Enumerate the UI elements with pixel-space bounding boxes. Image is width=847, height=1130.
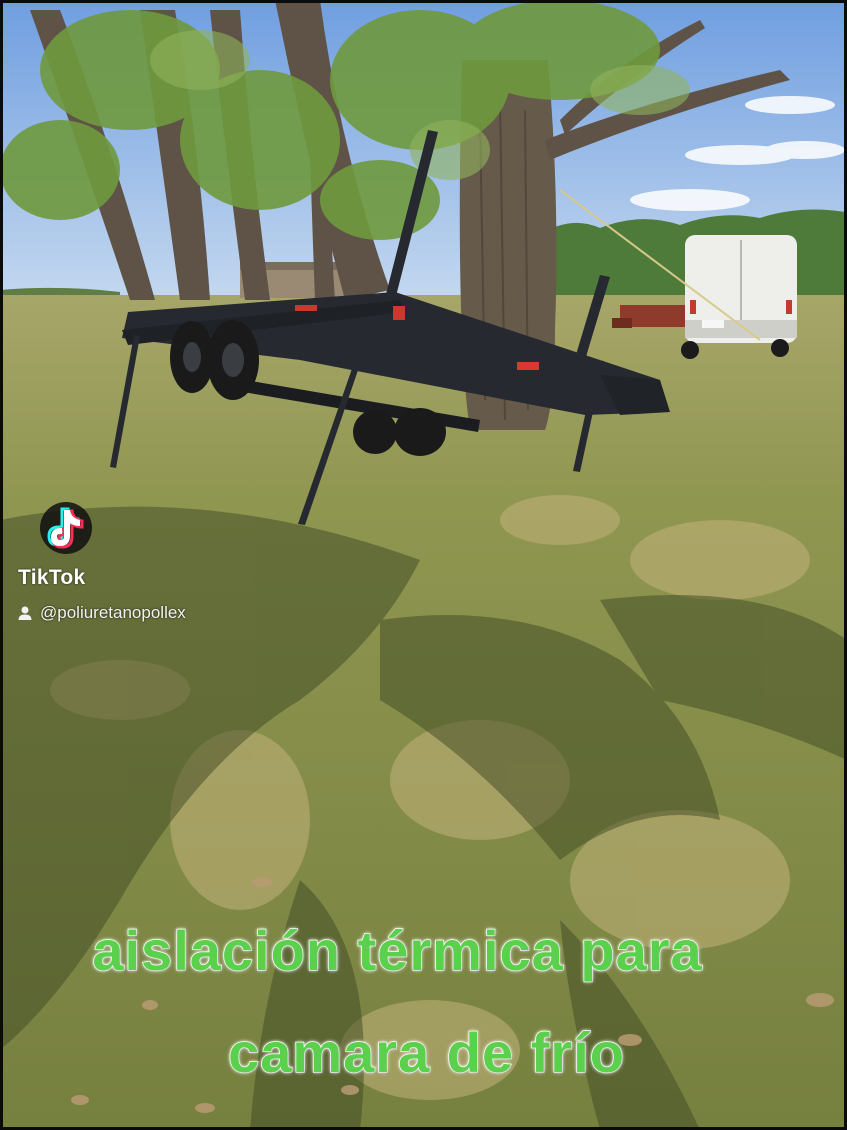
white-van xyxy=(681,235,797,359)
tiktok-brand-label: TikTok xyxy=(18,566,86,589)
tiktok-handle: @poliuretanopollex xyxy=(40,603,186,622)
red-machinery xyxy=(612,305,685,328)
tiktok-user-row: @poliuretanopollex xyxy=(17,603,186,623)
caption-line-1: aislación térmica para xyxy=(92,918,703,983)
tiktok-note-icon xyxy=(36,496,96,560)
user-icon xyxy=(18,606,32,620)
caption-line-2: camara de frío xyxy=(227,1020,625,1085)
